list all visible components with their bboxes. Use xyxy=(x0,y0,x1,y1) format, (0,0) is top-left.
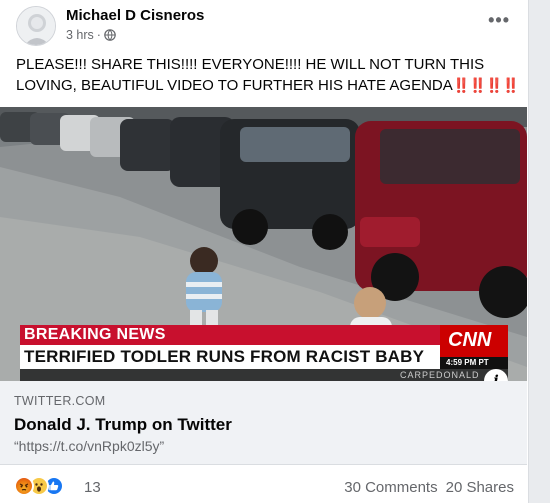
post-meta: 3 hrs · xyxy=(66,28,116,42)
cnn-logo: CNN xyxy=(448,329,492,351)
double-exclamation-emoji: ‼️‼️‼️‼️ xyxy=(452,77,520,93)
banner-main-text: TERRIFIED TODLER RUNS FROM RACIST BABY xyxy=(24,347,425,366)
link-title[interactable]: Donald J. Trump on Twitter xyxy=(14,415,232,435)
link-domain: TWITTER.COM xyxy=(14,394,106,408)
post-time[interactable]: 3 hrs xyxy=(66,28,94,42)
globe-icon xyxy=(104,29,116,41)
meta-separator: · xyxy=(96,28,101,42)
reaction-count[interactable]: 13 xyxy=(84,479,101,496)
ticker-text: CARPEDONALD xyxy=(400,370,480,380)
author-name[interactable]: Michael D Cisneros xyxy=(66,7,204,24)
video-player[interactable]: BREAKING NEWS TERRIFIED TODLER RUNS FROM… xyxy=(0,107,527,381)
comments-count[interactable]: 30 Comments xyxy=(344,479,437,496)
link-preview[interactable]: TWITTER.COM Donald J. Trump on Twitter “… xyxy=(0,381,527,465)
post-header: Michael D Cisneros 3 hrs · ••• xyxy=(16,6,516,46)
post-body: PLEASE!!! SHARE THIS!!!! EVERYONE!!!! HE… xyxy=(16,56,485,94)
link-description: “https://t.co/vnRpk0zl5y” xyxy=(14,438,165,454)
shares-count[interactable]: 20 Shares xyxy=(446,479,514,496)
angry-reaction-icon xyxy=(14,476,34,496)
post-stats: 30 Comments 20 Shares xyxy=(344,479,514,496)
avatar-image xyxy=(17,7,55,45)
post-card: Michael D Cisneros 3 hrs · ••• PLEASE!!!… xyxy=(0,0,529,503)
reaction-icons[interactable] xyxy=(14,476,64,496)
avatar[interactable] xyxy=(16,6,56,46)
post-text: PLEASE!!! SHARE THIS!!!! EVERYONE!!!! HE… xyxy=(16,55,521,96)
more-options-icon[interactable]: ••• xyxy=(488,10,510,31)
broadcast-time: 4:59 PM PT xyxy=(446,358,489,367)
banner-top-text: BREAKING NEWS xyxy=(24,326,166,343)
post-footer: 13 30 Comments 20 Shares xyxy=(14,476,514,500)
